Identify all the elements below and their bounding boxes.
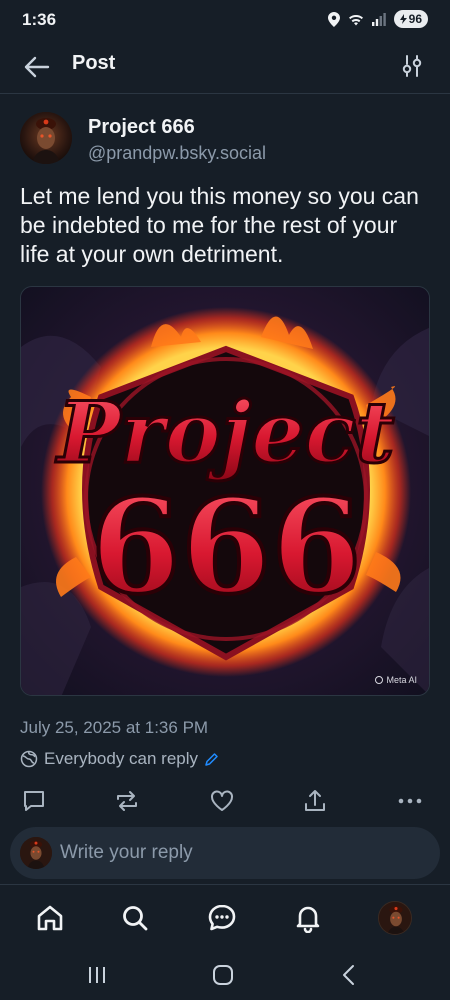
like-icon — [211, 790, 233, 811]
thread-settings-button[interactable] — [396, 50, 428, 82]
like-button[interactable] — [207, 786, 237, 816]
more-icon — [398, 798, 422, 804]
post-timestamp: July 25, 2025 at 1:36 PM — [20, 718, 209, 737]
chat-icon — [208, 904, 236, 931]
reply-avatar — [20, 837, 52, 869]
header: Post — [0, 40, 450, 94]
author-avatar[interactable] — [20, 112, 72, 164]
nav-home[interactable] — [30, 898, 70, 938]
reply-placeholder[interactable]: Write your reply — [60, 842, 193, 864]
profile-avatar — [378, 901, 412, 935]
system-back-icon — [343, 965, 354, 985]
meta-ai-label: Meta AI — [386, 675, 417, 685]
nav-search[interactable] — [115, 898, 155, 938]
bottom-navigation — [0, 884, 450, 950]
author-name[interactable]: Project 666 — [88, 116, 195, 139]
reply-button[interactable] — [19, 786, 49, 816]
system-back-button[interactable] — [334, 960, 364, 990]
post-actions — [0, 784, 450, 818]
battery-icon — [399, 14, 407, 24]
signal-icon — [371, 12, 386, 26]
nav-profile[interactable] — [375, 898, 415, 938]
nav-notifications[interactable] — [288, 898, 328, 938]
sliders-icon — [402, 55, 422, 77]
reply-permission-label: Everybody can reply — [44, 749, 199, 768]
system-navigation-bar — [0, 950, 450, 1000]
system-home-button[interactable] — [208, 960, 238, 990]
nav-chat[interactable] — [202, 898, 242, 938]
project-666-artwork: Project 666 — [21, 287, 429, 695]
artwork-word: Project — [55, 383, 394, 482]
back-button[interactable] — [20, 50, 54, 84]
share-icon — [305, 790, 325, 811]
post-text: Let me lend you this money so you can be… — [20, 183, 419, 267]
recent-apps-icon — [89, 967, 105, 983]
pencil-icon — [205, 752, 218, 766]
share-button[interactable] — [300, 786, 330, 816]
status-icons: 96 — [327, 10, 428, 28]
status-bar: 1:36 96 — [0, 0, 450, 40]
search-icon — [123, 906, 148, 931]
reply-permission[interactable]: Everybody can reply — [20, 749, 219, 769]
home-icon — [37, 905, 63, 931]
battery-level: 96 — [408, 12, 422, 26]
system-home-icon — [213, 965, 233, 985]
meta-ai-watermark: Meta AI — [375, 675, 417, 685]
repost-button[interactable] — [112, 786, 142, 816]
globe-icon — [20, 750, 38, 768]
recent-apps-button[interactable] — [82, 960, 112, 990]
notifications-icon — [296, 906, 320, 933]
artwork-number: 666 — [90, 470, 361, 623]
reply-icon — [24, 791, 44, 811]
more-options-button[interactable] — [395, 786, 425, 816]
meta-ai-ring-icon — [375, 676, 384, 684]
reply-composer[interactable]: Write your reply — [10, 827, 440, 879]
repost-icon — [117, 791, 137, 811]
battery-indicator: 96 — [393, 10, 428, 28]
wifi-icon — [348, 14, 363, 25]
page-title: Post — [72, 52, 116, 74]
status-time: 1:36 — [22, 10, 57, 29]
arrow-left-icon — [24, 56, 50, 78]
author-handle[interactable]: @prandpw.bsky.social — [88, 143, 266, 164]
post-image[interactable]: Project 666 Meta AI — [20, 286, 430, 696]
location-icon — [327, 11, 340, 27]
